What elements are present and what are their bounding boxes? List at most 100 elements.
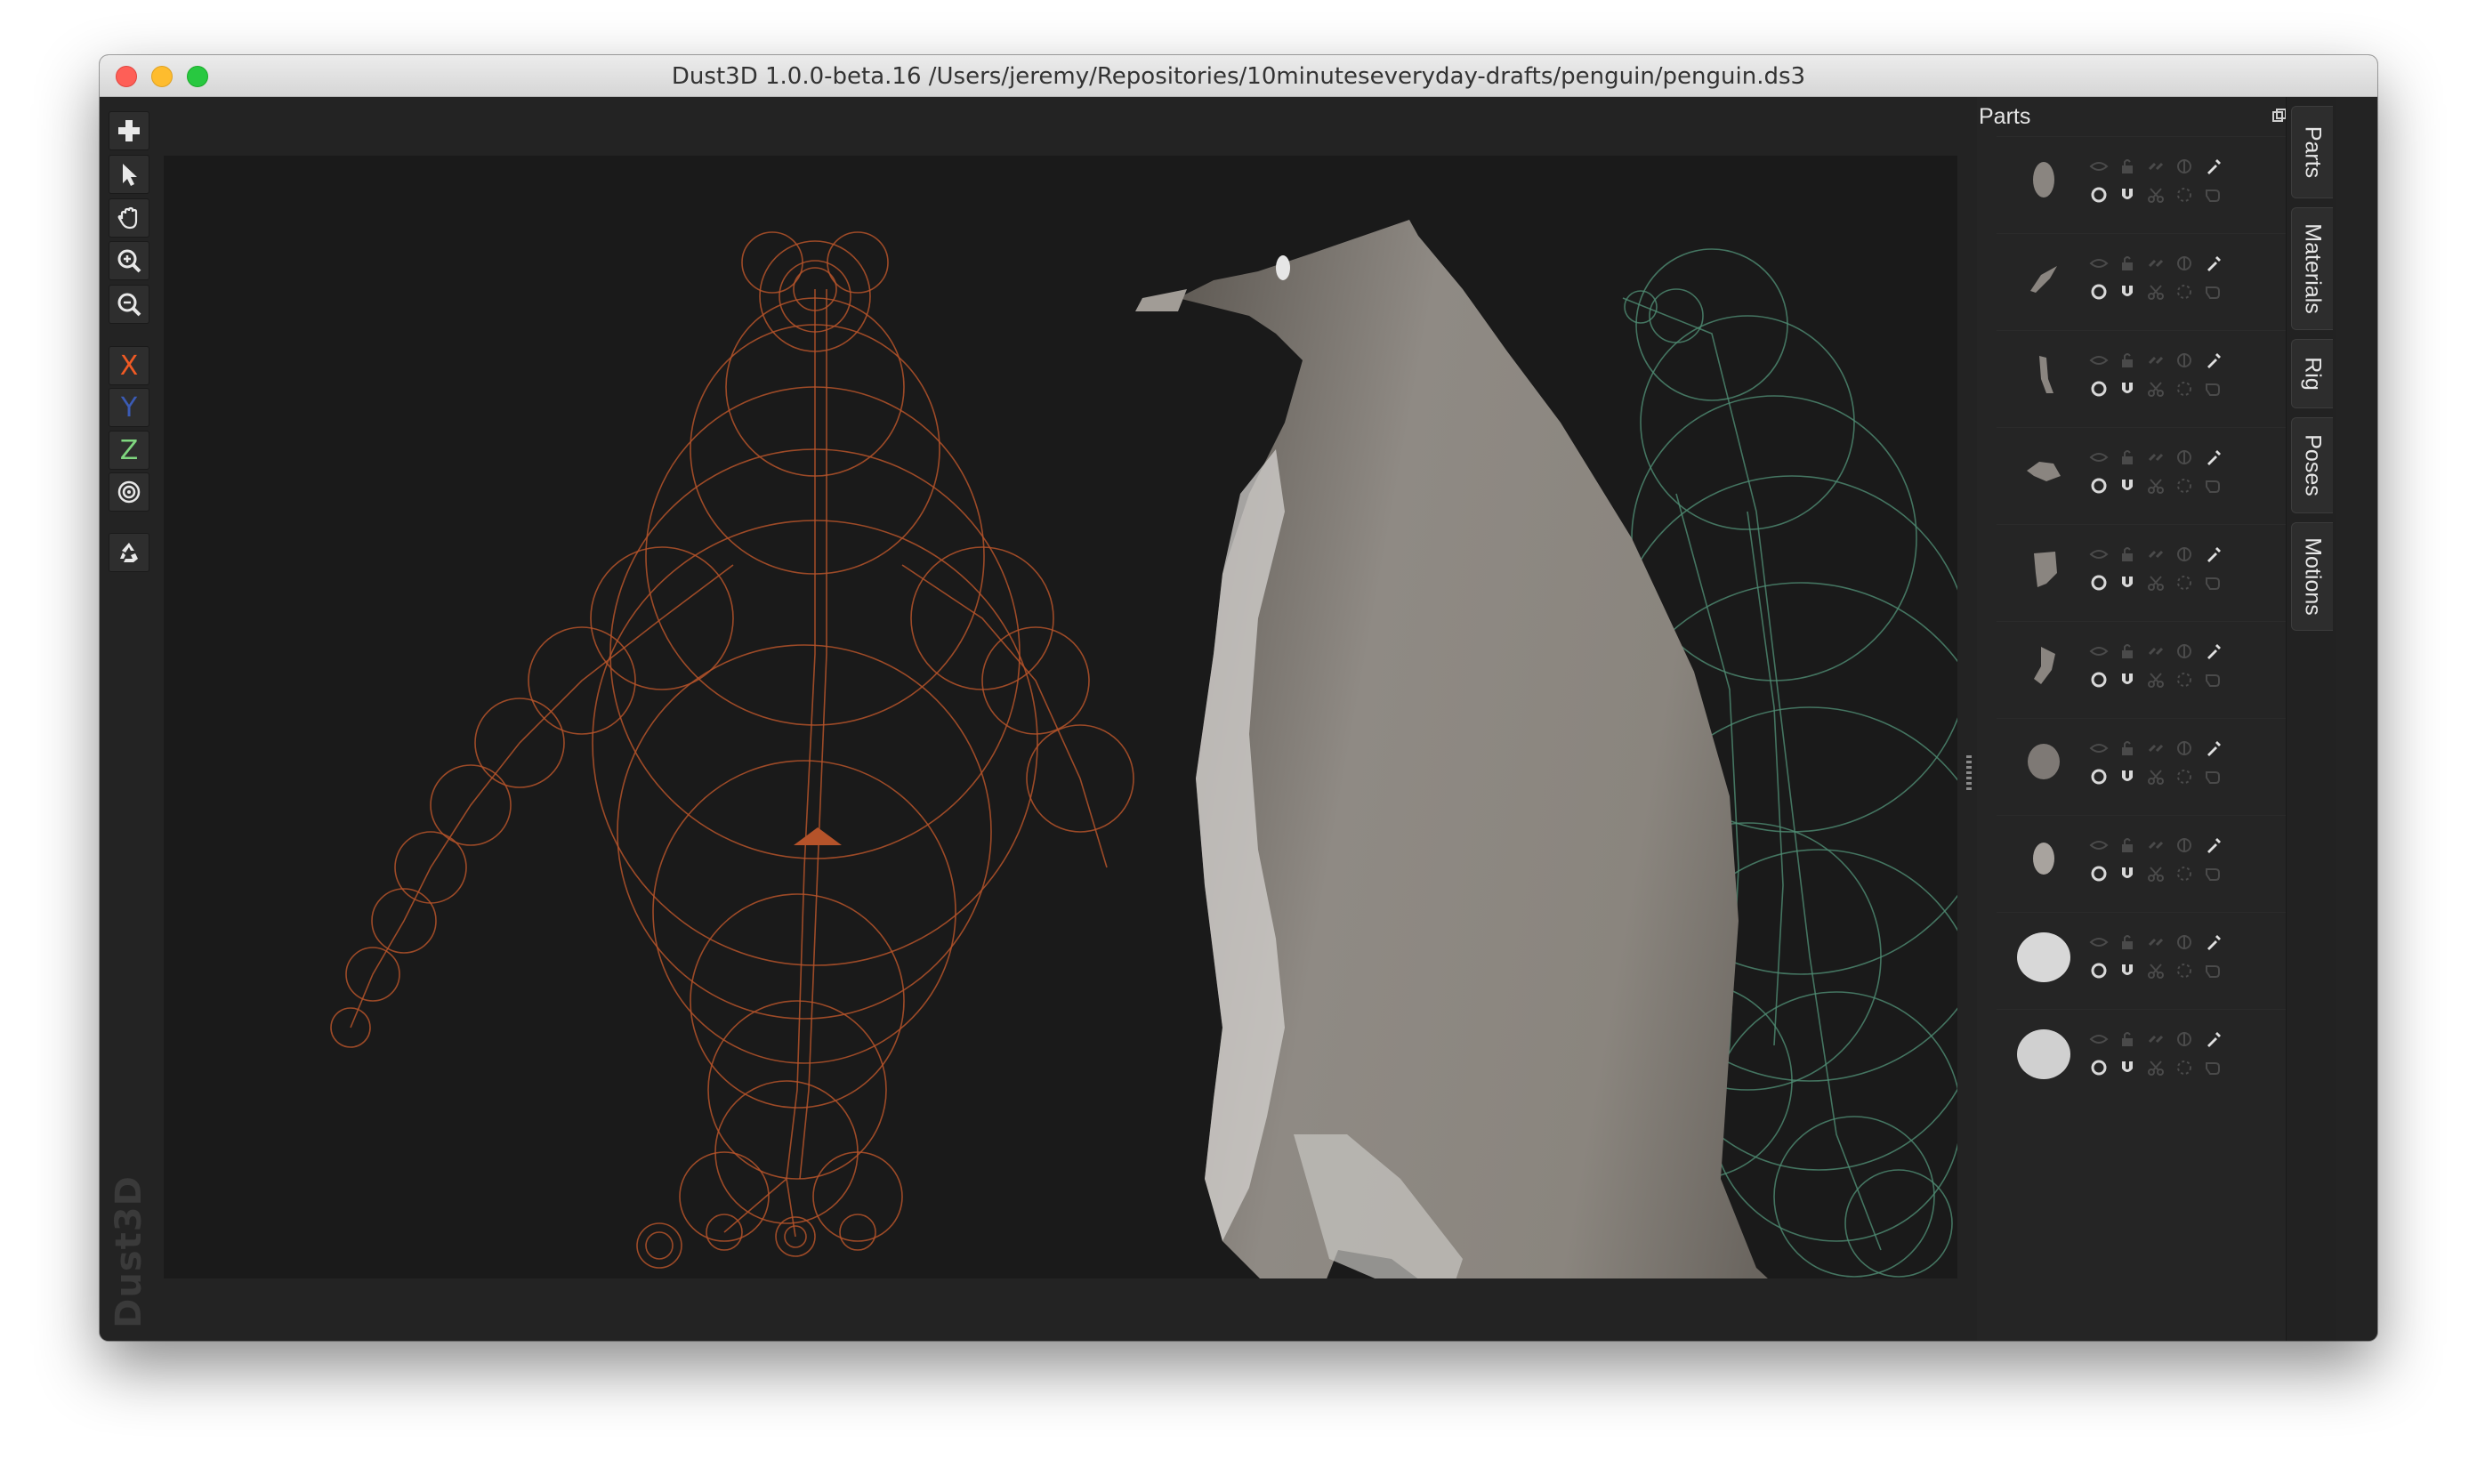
part-row[interactable] bbox=[1997, 524, 2326, 621]
circle-toggle-icon[interactable] bbox=[2089, 767, 2109, 786]
tab-rig[interactable]: Rig bbox=[2291, 339, 2333, 408]
mirror-icon[interactable] bbox=[2174, 544, 2194, 564]
circle-toggle-icon[interactable] bbox=[2089, 379, 2109, 399]
circle-toggle-icon[interactable] bbox=[2089, 282, 2109, 302]
link-icon[interactable] bbox=[2146, 641, 2166, 661]
eye-icon[interactable] bbox=[2089, 932, 2109, 952]
link-icon[interactable] bbox=[2146, 351, 2166, 370]
magnet-icon[interactable] bbox=[2118, 670, 2137, 690]
eye-icon[interactable] bbox=[2089, 157, 2109, 176]
dotted-circle-icon[interactable] bbox=[2174, 282, 2194, 302]
part-row[interactable] bbox=[1997, 136, 2326, 233]
magnet-icon[interactable] bbox=[2118, 961, 2137, 980]
magnet-icon[interactable] bbox=[2118, 476, 2137, 496]
eye-icon[interactable] bbox=[2089, 544, 2109, 564]
dotted-circle-icon[interactable] bbox=[2174, 767, 2194, 786]
mirror-icon[interactable] bbox=[2174, 738, 2194, 758]
color-picker-icon[interactable] bbox=[2203, 544, 2223, 564]
circle-toggle-icon[interactable] bbox=[2089, 185, 2109, 205]
circle-toggle-icon[interactable] bbox=[2089, 476, 2109, 496]
lock-icon[interactable] bbox=[2118, 544, 2137, 564]
regenerate-button[interactable] bbox=[109, 533, 149, 572]
mirror-icon[interactable] bbox=[2174, 1029, 2194, 1049]
color-picker-icon[interactable] bbox=[2203, 641, 2223, 661]
mirror-icon[interactable] bbox=[2174, 448, 2194, 467]
lock-icon[interactable] bbox=[2118, 1029, 2137, 1049]
hand-point-icon[interactable] bbox=[2203, 670, 2223, 690]
circle-toggle-icon[interactable] bbox=[2089, 573, 2109, 593]
dotted-circle-icon[interactable] bbox=[2174, 1058, 2194, 1077]
circle-toggle-icon[interactable] bbox=[2089, 670, 2109, 690]
color-picker-icon[interactable] bbox=[2203, 1029, 2223, 1049]
mirror-icon[interactable] bbox=[2174, 641, 2194, 661]
link-icon[interactable] bbox=[2146, 835, 2166, 855]
lock-icon[interactable] bbox=[2118, 254, 2137, 273]
mirror-icon[interactable] bbox=[2174, 835, 2194, 855]
tab-poses[interactable]: Poses bbox=[2291, 417, 2333, 513]
magnet-icon[interactable] bbox=[2118, 282, 2137, 302]
scissors-icon[interactable] bbox=[2146, 573, 2166, 593]
x-axis-button[interactable]: X bbox=[109, 346, 149, 385]
tab-materials[interactable]: Materials bbox=[2291, 207, 2333, 330]
color-picker-icon[interactable] bbox=[2203, 254, 2223, 273]
radius-button[interactable] bbox=[109, 472, 149, 512]
dotted-circle-icon[interactable] bbox=[2174, 379, 2194, 399]
link-icon[interactable] bbox=[2146, 448, 2166, 467]
panel-splitter-handle[interactable] bbox=[1966, 755, 1972, 791]
dotted-circle-icon[interactable] bbox=[2174, 670, 2194, 690]
part-row[interactable] bbox=[1997, 1009, 2326, 1106]
eye-icon[interactable] bbox=[2089, 641, 2109, 661]
hand-point-icon[interactable] bbox=[2203, 961, 2223, 980]
lock-icon[interactable] bbox=[2118, 738, 2137, 758]
scissors-icon[interactable] bbox=[2146, 282, 2166, 302]
hand-point-icon[interactable] bbox=[2203, 767, 2223, 786]
dotted-circle-icon[interactable] bbox=[2174, 476, 2194, 496]
hand-point-icon[interactable] bbox=[2203, 1058, 2223, 1077]
mirror-icon[interactable] bbox=[2174, 932, 2194, 952]
hand-point-icon[interactable] bbox=[2203, 379, 2223, 399]
circle-toggle-icon[interactable] bbox=[2089, 1058, 2109, 1077]
scissors-icon[interactable] bbox=[2146, 185, 2166, 205]
scissors-icon[interactable] bbox=[2146, 379, 2166, 399]
color-picker-icon[interactable] bbox=[2203, 351, 2223, 370]
scissors-icon[interactable] bbox=[2146, 864, 2166, 883]
link-icon[interactable] bbox=[2146, 932, 2166, 952]
color-picker-icon[interactable] bbox=[2203, 738, 2223, 758]
mirror-icon[interactable] bbox=[2174, 157, 2194, 176]
circle-toggle-icon[interactable] bbox=[2089, 961, 2109, 980]
eye-icon[interactable] bbox=[2089, 835, 2109, 855]
dotted-circle-icon[interactable] bbox=[2174, 961, 2194, 980]
drag-tool-button[interactable] bbox=[109, 198, 149, 238]
dotted-circle-icon[interactable] bbox=[2174, 864, 2194, 883]
magnet-icon[interactable] bbox=[2118, 767, 2137, 786]
part-row[interactable] bbox=[1997, 330, 2326, 427]
hand-point-icon[interactable] bbox=[2203, 185, 2223, 205]
link-icon[interactable] bbox=[2146, 254, 2166, 273]
lock-icon[interactable] bbox=[2118, 932, 2137, 952]
select-tool-button[interactable] bbox=[109, 155, 149, 194]
eye-icon[interactable] bbox=[2089, 448, 2109, 467]
link-icon[interactable] bbox=[2146, 738, 2166, 758]
link-icon[interactable] bbox=[2146, 1029, 2166, 1049]
color-picker-icon[interactable] bbox=[2203, 932, 2223, 952]
eye-icon[interactable] bbox=[2089, 738, 2109, 758]
hand-point-icon[interactable] bbox=[2203, 864, 2223, 883]
color-picker-icon[interactable] bbox=[2203, 835, 2223, 855]
dotted-circle-icon[interactable] bbox=[2174, 573, 2194, 593]
scissors-icon[interactable] bbox=[2146, 476, 2166, 496]
model-canvas[interactable] bbox=[164, 156, 1997, 1341]
part-row[interactable] bbox=[1997, 718, 2326, 815]
tab-parts[interactable]: Parts bbox=[2291, 106, 2333, 198]
scissors-icon[interactable] bbox=[2146, 767, 2166, 786]
zoom-out-button[interactable] bbox=[109, 285, 149, 324]
magnet-icon[interactable] bbox=[2118, 573, 2137, 593]
hand-point-icon[interactable] bbox=[2203, 476, 2223, 496]
magnet-icon[interactable] bbox=[2118, 864, 2137, 883]
zoom-in-button[interactable] bbox=[109, 241, 149, 280]
mirror-icon[interactable] bbox=[2174, 351, 2194, 370]
eye-icon[interactable] bbox=[2089, 351, 2109, 370]
mirror-icon[interactable] bbox=[2174, 254, 2194, 273]
lock-icon[interactable] bbox=[2118, 351, 2137, 370]
part-row[interactable] bbox=[1997, 233, 2326, 330]
magnet-icon[interactable] bbox=[2118, 185, 2137, 205]
